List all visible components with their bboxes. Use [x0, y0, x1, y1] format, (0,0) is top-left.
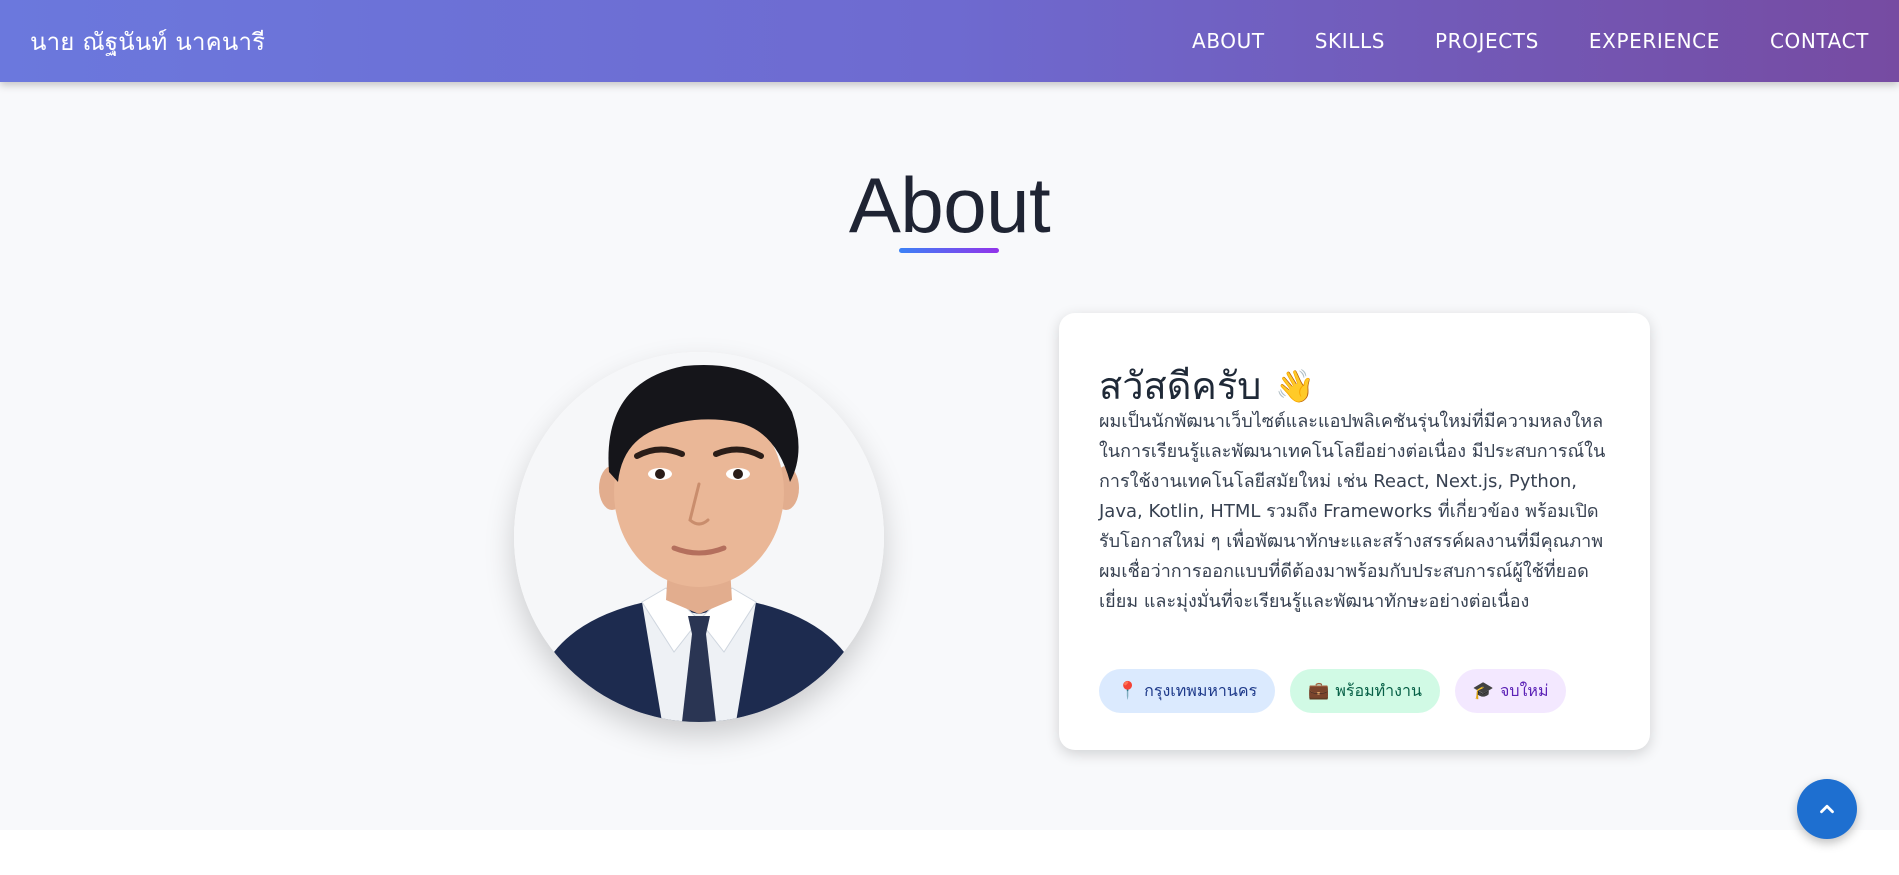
nav-link-skills[interactable]: SKILLS: [1315, 29, 1385, 53]
about-paragraph-2: ผมเชื่อว่าการออกแบบที่ดีต้องมาพร้อมกับปร…: [1099, 561, 1589, 612]
waving-hand-icon: 👋: [1275, 366, 1316, 405]
nav-link-about[interactable]: ABOUT: [1192, 29, 1265, 53]
location-tag-label: กรุงเทพมหานคร: [1144, 680, 1258, 700]
pushpin-icon: 📍: [1117, 681, 1139, 701]
scroll-to-top-button[interactable]: [1797, 779, 1857, 839]
about-section: About สวัสดีครับ 👋 ผมเป็นนักพัฒนาเว็บไซต…: [0, 82, 1899, 830]
graduation-cap-icon: 🎓: [1472, 681, 1495, 701]
nav-link-projects[interactable]: PROJECTS: [1435, 29, 1539, 53]
graduate-tag: 🎓 จบใหม่: [1454, 669, 1567, 713]
nav-link-contact[interactable]: CONTACT: [1770, 29, 1869, 53]
info-tags: 📍 กรุงเทพมหานคร 💼 พร้อมทำงาน 🎓 จบใหม่: [1099, 669, 1581, 713]
brand-name[interactable]: นาย ณัฐนันท์ นาคนารี: [30, 22, 265, 61]
location-tag: 📍 กรุงเทพมหานคร: [1099, 669, 1276, 713]
nav-link-experience[interactable]: EXPERIENCE: [1589, 29, 1720, 53]
section-title: About: [848, 161, 1051, 249]
briefcase-icon: 💼: [1308, 681, 1330, 701]
nav-links: ABOUT SKILLS PROJECTS EXPERIENCE CONTACT: [1142, 29, 1869, 53]
about-card: สวัสดีครับ 👋 ผมเป็นนักพัฒนาเว็บไซต์และแอ…: [1059, 313, 1650, 750]
profile-photo: [514, 352, 884, 722]
title-underline: [899, 248, 999, 253]
graduate-tag-label: จบใหม่: [1500, 680, 1549, 700]
availability-tag-label: พร้อมทำงาน: [1335, 680, 1422, 700]
chevron-up-icon: [1820, 804, 1834, 814]
top-navbar: นาย ณัฐนันท์ นาคนารี ABOUT SKILLS PROJEC…: [0, 0, 1899, 82]
profile-photo-illustration: [514, 352, 884, 722]
about-description: ผมเป็นนักพัฒนาเว็บไซต์และแอปพลิเคชันรุ่น…: [1099, 407, 1619, 617]
about-paragraph-1: ผมเป็นนักพัฒนาเว็บไซต์และแอปพลิเคชันรุ่น…: [1099, 411, 1606, 552]
availability-tag: 💼 พร้อมทำงาน: [1290, 669, 1440, 713]
